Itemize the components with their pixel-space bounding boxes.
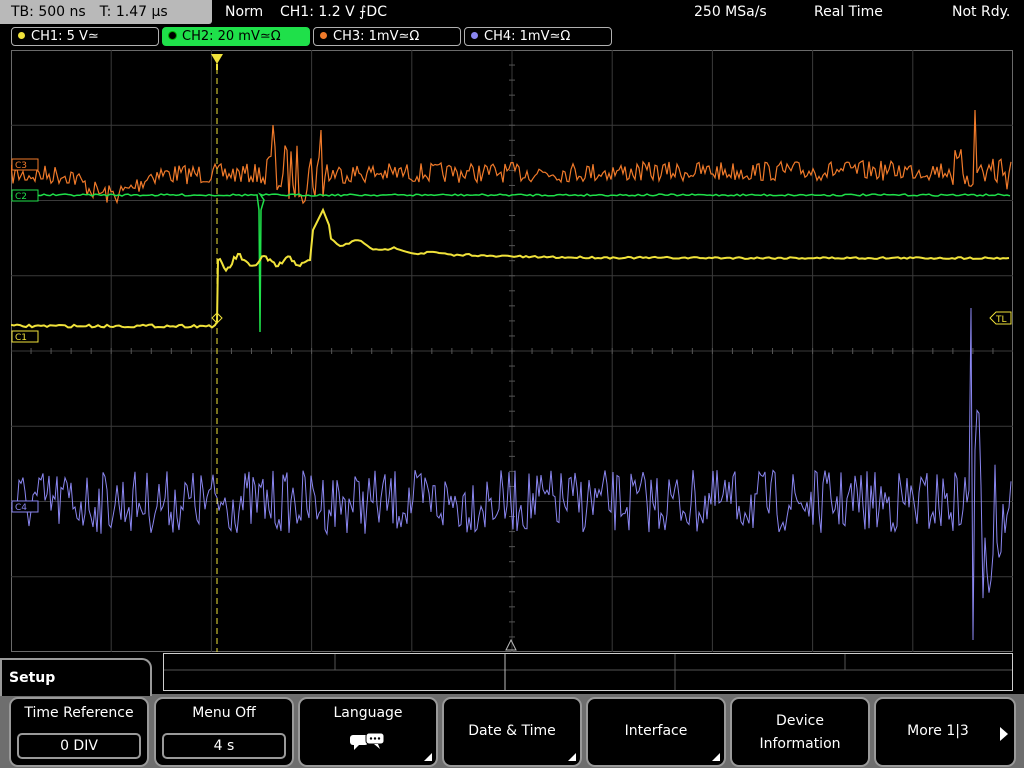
timebase-box[interactable]: TB: 500 ns T: 1.47 µs (0, 0, 212, 24)
softkey-label: Date & Time (468, 723, 556, 739)
acquire-mode: Real Time (814, 4, 883, 20)
ch4-dot-icon (471, 32, 478, 39)
softkey-label: Menu Off (192, 705, 256, 721)
ch1-dot-icon (18, 32, 25, 39)
softkey-label: More 1|3 (907, 723, 969, 739)
next-page-arrow-icon (1000, 727, 1008, 741)
ch3-dot-icon (320, 32, 327, 39)
svg-text:C4: C4 (15, 503, 27, 513)
channel-tab-label: CH2: 20 mV≃Ω (182, 29, 281, 44)
svg-text:TL: TL (995, 315, 1007, 325)
channel-tab-ch1[interactable]: CH1: 5 V≃ (11, 27, 159, 46)
sample-rate: 250 MSa/s (694, 4, 767, 20)
softkey-label: Interface (624, 723, 688, 739)
submenu-corner-icon (424, 753, 432, 761)
trigger-mode[interactable]: Norm (225, 0, 263, 24)
ch2-level-marker[interactable]: C2 (11, 189, 39, 202)
trigger-setting[interactable]: CH1: 1.2 V ⨍DC (280, 0, 387, 24)
svg-text:C1: C1 (15, 333, 27, 343)
trigger-time-readout: T: 1.47 µs (99, 4, 168, 20)
channel-tab-label: CH1: 5 V≃ (31, 29, 99, 44)
submenu-corner-icon (712, 753, 720, 761)
time-reference-softkey[interactable]: Time Reference 0 DIV (9, 697, 149, 767)
svg-text:C2: C2 (15, 192, 27, 202)
more-softkey[interactable]: More 1|3 (874, 697, 1016, 767)
time-reference-value: 0 DIV (17, 733, 141, 759)
trigger-status: Not Rdy. (952, 4, 1011, 20)
date-time-softkey[interactable]: Date & Time (442, 697, 582, 767)
channel-tab-label: CH3: 1mV≃Ω (333, 29, 420, 44)
svg-text:C3: C3 (15, 161, 27, 171)
menu-off-softkey[interactable]: Menu Off 4 s (154, 697, 294, 767)
submenu-corner-icon (568, 753, 576, 761)
interface-softkey[interactable]: Interface (586, 697, 726, 767)
ch3-level-marker[interactable]: C3 (11, 158, 39, 171)
channel-tab-ch3[interactable]: CH3: 1mV≃Ω (313, 27, 461, 46)
ch4-level-marker[interactable]: C4 (11, 500, 39, 513)
channel-tab-label: CH4: 1mV≃Ω (484, 29, 571, 44)
device-information-softkey[interactable]: Device Information (730, 697, 870, 767)
menu-title: Setup (0, 658, 152, 696)
overview-svg (164, 654, 1012, 690)
softkey-label-line2: Information (759, 736, 841, 752)
timebase-readout: TB: 500 ns (11, 4, 86, 20)
softkey-label: Time Reference (24, 705, 134, 721)
language-softkey[interactable]: Language (298, 697, 438, 767)
waveform-svg: C3 C2 C1 TL C4 (11, 50, 1013, 652)
zoom-overview-strip[interactable] (163, 653, 1013, 691)
softkey-label: Device (776, 713, 824, 729)
status-bar: TB: 500 ns T: 1.47 µs Norm CH1: 1.2 V ⨍DC… (0, 0, 1024, 25)
channel-tab-ch2[interactable]: CH2: 20 mV≃Ω (162, 27, 310, 46)
waveform-display[interactable]: C3 C2 C1 TL C4 (11, 50, 1013, 652)
menu-off-value: 4 s (162, 733, 286, 759)
channel-tab-ch4[interactable]: CH4: 1mV≃Ω (464, 27, 612, 46)
ch1-level-marker[interactable]: C1 (11, 330, 39, 343)
speech-bubbles-icon (350, 732, 385, 750)
ch2-dot-icon (169, 32, 176, 39)
softkey-label: Language (333, 705, 403, 721)
